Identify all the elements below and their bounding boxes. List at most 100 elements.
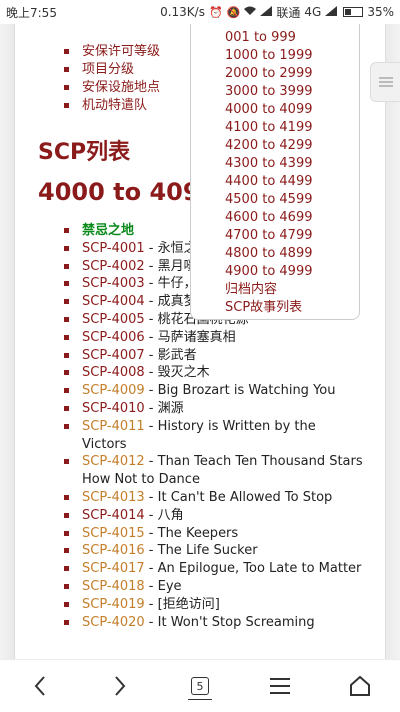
- web-page[interactable]: 安保许可等级 项目分级 安保设施地点 机动特遣队 SCP列表 4000 to 4…: [0, 24, 400, 659]
- link-clearance-levels[interactable]: 安保许可等级: [64, 43, 160, 61]
- range-link[interactable]: 4200 to 4299: [225, 137, 359, 155]
- scp-link[interactable]: SCP-4006: [82, 330, 145, 345]
- list-item-4013: SCP-4013 - It Can't Be Allowed To Stop: [64, 489, 364, 507]
- signal-icon: [260, 5, 273, 19]
- menu-bars-icon: [378, 77, 393, 87]
- status-indicators: 0.13K/s ⏰ 🔕 联通 4G 35%: [160, 4, 394, 21]
- scp-link[interactable]: SCP-4007: [82, 348, 145, 363]
- carrier-name: 联通: [276, 5, 301, 20]
- tab-count: 5: [188, 677, 212, 700]
- scp-title: - An Epilogue, Too Late to Matter: [144, 561, 362, 577]
- scp-title: - 八角: [144, 507, 184, 523]
- status-bar: 晚上7:55 0.13K/s ⏰ 🔕 联通 4G 35%: [0, 0, 400, 24]
- scp-title: - 影武者: [144, 347, 197, 363]
- range-link[interactable]: 4700 to 4799: [225, 227, 359, 245]
- scp-link[interactable]: SCP-4001: [82, 241, 145, 256]
- list-item-4007: SCP-4007 - 影武者: [64, 347, 364, 365]
- range-link[interactable]: 4500 to 4599: [225, 191, 359, 209]
- range-link[interactable]: 1000 to 1999: [225, 47, 359, 65]
- range-link[interactable]: 2000 to 2999: [225, 65, 359, 83]
- range-link[interactable]: 4600 to 4699: [225, 209, 359, 227]
- list-item-4012: SCP-4012 - Than Teach Ten Thousand Stars…: [64, 453, 364, 489]
- page-heading: SCP列表: [38, 140, 131, 165]
- range-link[interactable]: 4800 to 4899: [225, 245, 359, 263]
- scp-link[interactable]: SCP-4008: [82, 365, 145, 380]
- range-link[interactable]: 4100 to 4199: [225, 119, 359, 137]
- page-margin-right: [384, 24, 400, 659]
- scp-link[interactable]: SCP-4013: [82, 490, 145, 505]
- list-item-4008: SCP-4008 - 毁灭之木: [64, 364, 364, 382]
- range-link-archive[interactable]: 归档内容: [225, 281, 359, 299]
- range-link[interactable]: 4900 to 4999: [225, 263, 359, 281]
- scp-title: - The Keepers: [144, 525, 239, 541]
- scp-link[interactable]: SCP-4018: [82, 579, 145, 594]
- list-item-4014: SCP-4014 - 八角: [64, 507, 364, 525]
- home-button[interactable]: [336, 664, 384, 708]
- scp-link[interactable]: SCP-4014: [82, 508, 145, 523]
- list-item-4011: SCP-4011 - History is Written by the Vic…: [64, 418, 364, 454]
- link-task-forces[interactable]: 机动特遣队: [64, 97, 160, 115]
- list-item-4020: SCP-4020 - It Won't Stop Screaming: [64, 614, 364, 632]
- chevron-left-icon: [34, 676, 45, 696]
- list-item-4006: SCP-4006 - 马萨诸塞真相: [64, 329, 364, 347]
- scp-link[interactable]: SCP-4019: [82, 597, 145, 612]
- browser-toolbar: 5: [0, 659, 400, 712]
- list-item-4015: SCP-4015 - The Keepers: [64, 525, 364, 543]
- scp-link[interactable]: SCP-4009: [82, 383, 145, 398]
- side-menu-toggle[interactable]: [370, 62, 400, 102]
- scp-link[interactable]: SCP-4004: [82, 294, 145, 309]
- battery-level: 35%: [367, 5, 394, 19]
- top-link-list: 安保许可等级 项目分级 安保设施地点 机动特遣队: [64, 43, 160, 115]
- scp-link[interactable]: SCP-4002: [82, 259, 145, 274]
- list-item-4018: SCP-4018 - Eye: [64, 578, 364, 596]
- scp-title: - 毁灭之木: [144, 365, 210, 381]
- scp-link[interactable]: SCP-4005: [82, 312, 145, 327]
- network-type: 4G: [304, 5, 322, 19]
- status-time: 晚上7:55: [6, 5, 57, 20]
- scp-link[interactable]: SCP-4015: [82, 526, 145, 541]
- chevron-right-icon: [115, 676, 126, 696]
- list-item-4016: SCP-4016 - The Life Sucker: [64, 542, 364, 560]
- link-object-classes[interactable]: 项目分级: [64, 61, 160, 79]
- scp-title: - The Life Sucker: [144, 543, 258, 559]
- range-link[interactable]: 4000 to 4099: [225, 101, 359, 119]
- mute-icon: 🔕: [226, 5, 241, 19]
- range-link-list: 001 to 999 1000 to 1999 2000 to 2999 300…: [225, 29, 359, 317]
- scp-title: - [拒绝访问]: [144, 596, 220, 612]
- range-link-stories[interactable]: SCP故事列表: [225, 299, 359, 317]
- signal-icon-2: [325, 5, 338, 19]
- scp-link[interactable]: SCP-4010: [82, 401, 145, 416]
- range-link[interactable]: 3000 to 3999: [225, 83, 359, 101]
- forbidden-link[interactable]: 禁忌之地: [82, 223, 134, 238]
- scp-link[interactable]: SCP-4016: [82, 543, 145, 558]
- battery-icon: [343, 7, 364, 17]
- alarm-icon: ⏰: [208, 5, 223, 19]
- hamburger-icon: [270, 678, 290, 694]
- forward-button[interactable]: [96, 664, 144, 708]
- range-link[interactable]: 001 to 999: [225, 29, 359, 47]
- list-item-4019: SCP-4019 - [拒绝访问]: [64, 596, 364, 614]
- tabs-button[interactable]: 5: [176, 664, 224, 708]
- scp-link[interactable]: SCP-4003: [82, 276, 145, 291]
- scp-title: - 马萨诸塞真相: [144, 329, 236, 345]
- list-item-4009: SCP-4009 - Big Brozart is Watching You: [64, 382, 364, 400]
- scp-title: - Eye: [144, 578, 182, 594]
- list-item-4017: SCP-4017 - An Epilogue, Too Late to Matt…: [64, 560, 364, 578]
- menu-button[interactable]: [256, 664, 304, 708]
- scp-title: - It Can't Be Allowed To Stop: [144, 489, 333, 505]
- scp-link[interactable]: SCP-4012: [82, 454, 145, 469]
- list-item-4010: SCP-4010 - 渊源: [64, 400, 364, 418]
- scp-link[interactable]: SCP-4017: [82, 561, 145, 576]
- wifi-icon: [244, 6, 257, 19]
- range-link[interactable]: 4400 to 4499: [225, 173, 359, 191]
- back-button[interactable]: [16, 664, 64, 708]
- network-speed: 0.13K/s: [160, 5, 205, 19]
- scp-title: - 渊源: [144, 400, 184, 416]
- scp-link[interactable]: SCP-4011: [82, 419, 145, 434]
- home-icon: [350, 675, 370, 696]
- scp-link[interactable]: SCP-4020: [82, 615, 145, 630]
- scp-title: - It Won't Stop Screaming: [144, 614, 315, 630]
- range-link[interactable]: 4300 to 4399: [225, 155, 359, 173]
- range-navigation-box: 001 to 999 1000 to 1999 2000 to 2999 300…: [190, 24, 360, 320]
- link-secure-facilities[interactable]: 安保设施地点: [64, 79, 160, 97]
